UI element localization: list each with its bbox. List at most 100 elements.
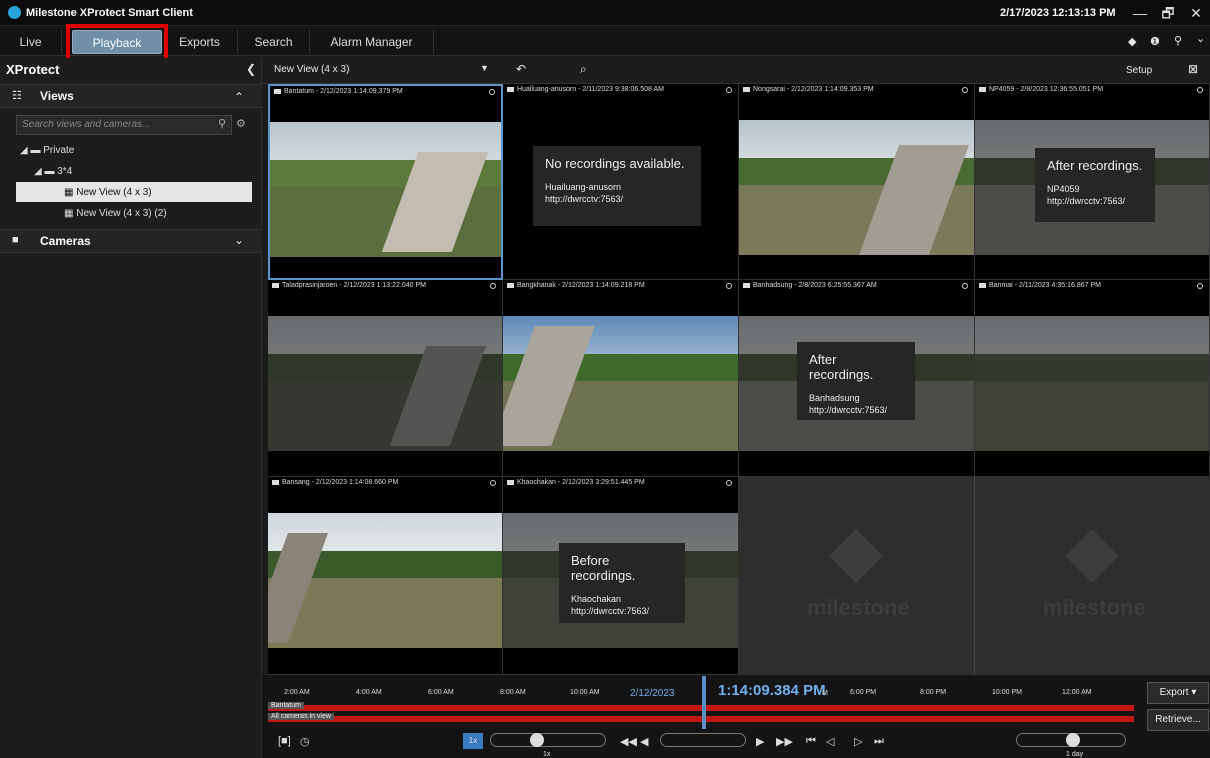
message-title: After recordings. <box>809 352 874 382</box>
tick-label: 4:00 AM <box>356 689 382 696</box>
search-input[interactable]: Search views and cameras... <box>16 115 232 135</box>
tick-label: 10:00 AM <box>570 689 600 696</box>
tab-alarm-manager[interactable]: Alarm Manager <box>310 30 434 54</box>
tile-status-icon <box>489 89 495 95</box>
setup-button[interactable]: Setup <box>1126 65 1152 76</box>
camera-tile[interactable]: Bangkhanak - 2/12/2023 1:14:09.218 PM <box>503 280 739 477</box>
tile-status-icon <box>962 87 968 93</box>
view-item-1-label: New View (4 x 3) <box>76 187 152 198</box>
camera-tile[interactable]: Bansang - 2/12/2023 1:14:08.660 PM <box>268 477 503 675</box>
fullscreen-icon[interactable]: ⊠ <box>1188 62 1198 76</box>
camera-icon: ■ <box>12 234 19 246</box>
camera-tile[interactable]: NP4059 - 2/8/2023 12:36:55.051 PM After … <box>975 84 1210 280</box>
empty-tile[interactable]: milestone <box>975 477 1210 675</box>
camera-tile[interactable]: Banhadsung - 2/8/2023 6:25:55.367 AM Aft… <box>739 280 975 477</box>
jog-slider[interactable] <box>660 733 746 747</box>
empty-tile[interactable]: milestone <box>739 477 975 675</box>
nav-diamond-icon[interactable]: ◆ <box>1128 35 1136 48</box>
camera-icon <box>507 282 514 288</box>
previous-frame-icon[interactable]: ◀◀ <box>620 735 637 748</box>
before-recordings-message: Before recordings. Khaochakan http://dwr… <box>559 543 685 623</box>
camera-icon <box>272 479 279 485</box>
next-frame-icon[interactable]: ▶▶ <box>776 735 793 748</box>
camera-tile[interactable]: Taladprasinjaroen - 2/12/2023 1:13:22.04… <box>268 280 503 477</box>
all-cameras-track[interactable] <box>268 716 1134 722</box>
view-item-2-label: New View (4 x 3) (2) <box>76 208 167 219</box>
close-button[interactable]: ✕ <box>1182 3 1210 23</box>
settings-icon[interactable]: ⚙ <box>236 117 246 130</box>
help-icon[interactable]: ❶ <box>1150 35 1160 48</box>
play-forward-icon[interactable]: ▶ <box>756 735 764 748</box>
tile-header: Nongsarai - 2/12/2023 1:14:09.353 PM <box>739 84 974 98</box>
camera-icon <box>507 86 514 92</box>
camera-tile[interactable]: Khaochakan - 2/12/2023 3:29:51.445 PM Be… <box>503 477 739 675</box>
next-icon[interactable]: ▷ <box>854 735 862 748</box>
tick-label: 12:00 AM <box>1062 689 1092 696</box>
message-title: After recordings. <box>1047 158 1143 173</box>
camera-icon <box>979 86 986 92</box>
speed-badge[interactable]: 1x <box>463 733 483 749</box>
tile-header: Khaochakan - 2/12/2023 3:29:51.445 PM <box>503 477 738 491</box>
tile-title: Bansang - 2/12/2023 1:14:08.660 PM <box>282 479 399 486</box>
view-item-1[interactable]: ▦ New View (4 x 3) <box>64 187 152 198</box>
camera-tile[interactable]: Huailuang-anusorn - 2/11/2023 9:38:06.50… <box>503 84 739 280</box>
views-grid-icon: ☷ <box>12 90 22 102</box>
timeline-cursor[interactable] <box>702 676 706 729</box>
snapshot-icon[interactable]: [■] <box>278 735 291 747</box>
speed-slider-handle[interactable] <box>530 733 544 747</box>
tile-title: Khaochakan - 2/12/2023 3:29:51.445 PM <box>517 479 645 486</box>
folder-3x4[interactable]: ◢ ▬ 3*4 <box>34 166 72 177</box>
app-title: Milestone XProtect Smart Client <box>26 7 193 19</box>
chevron-up-icon[interactable]: ⌃ <box>234 90 244 104</box>
tab-exports[interactable]: Exports <box>162 30 238 54</box>
camera-tile[interactable]: Bantatum - 2/12/2023 1:14:09.379 PM <box>268 84 503 280</box>
timeline-date: 2/12/2023 <box>630 688 675 699</box>
timespan-slider-handle[interactable] <box>1066 733 1080 747</box>
previous-icon[interactable]: ◁ <box>826 735 834 748</box>
pin-icon[interactable]: ⚲ <box>1174 34 1182 47</box>
tile-title: Taladprasinjaroen - 2/12/2023 1:13:22.04… <box>282 282 426 289</box>
camera-tile[interactable]: Banmai - 2/11/2023 4:35:16.867 PM <box>975 280 1210 477</box>
previous-sequence-icon[interactable]: ⏮ <box>806 735 816 748</box>
chevron-down-icon[interactable]: ⌄ <box>234 233 244 247</box>
camera-track[interactable] <box>268 705 1134 711</box>
tab-live[interactable]: Live <box>0 30 62 54</box>
find-icon[interactable]: ⌕ <box>580 62 587 77</box>
tile-status-icon <box>726 87 732 93</box>
undo-icon[interactable]: ↶ <box>516 62 526 76</box>
collapse-sidebar-icon[interactable]: ❮ <box>246 62 256 76</box>
view-item-2[interactable]: ▦ New View (4 x 3) (2) <box>64 208 167 219</box>
tab-search[interactable]: Search <box>238 30 310 54</box>
camera-tile[interactable]: Nongsarai - 2/12/2023 1:14:09.353 PM <box>739 84 975 280</box>
message-url: http://dwrcctv:7563/ <box>571 606 650 616</box>
speed-slider[interactable] <box>490 733 606 747</box>
all-cameras-track-label: All cameras in view <box>268 713 334 720</box>
milestone-logo-icon <box>8 6 21 19</box>
tile-header: Bangkhanak - 2/12/2023 1:14:09.218 PM <box>503 280 738 294</box>
tile-header: Huailuang-anusorn - 2/11/2023 9:38:06.50… <box>503 84 738 98</box>
view-dropdown-icon[interactable]: ▼ <box>480 63 489 73</box>
camera-icon <box>274 88 281 94</box>
minimize-button[interactable]: — <box>1126 3 1154 23</box>
clock-icon[interactable]: ◷ <box>300 735 310 748</box>
restore-button[interactable]: 🗗 <box>1154 3 1182 23</box>
tick-label: 6:00 AM <box>428 689 454 696</box>
play-reverse-icon[interactable]: ◀ <box>640 735 648 748</box>
tile-title: Banhadsung - 2/8/2023 6:25:55.367 AM <box>753 282 877 289</box>
retrieve-button[interactable]: Retrieve... <box>1147 709 1209 731</box>
search-icon[interactable]: ⚲ <box>218 117 226 130</box>
folder-private[interactable]: ◢ ▬ Private <box>20 145 74 156</box>
sidebar-title: XProtect <box>6 62 60 77</box>
message-camera: Huailuang-anusorn <box>545 182 622 192</box>
meridiem-label: M <box>822 690 828 697</box>
next-sequence-icon[interactable]: ⏭ <box>874 735 884 748</box>
tile-status-icon <box>1197 87 1203 93</box>
camera-image <box>268 513 502 648</box>
cameras-label: Cameras <box>40 234 91 248</box>
smart-client-window: Milestone XProtect Smart Client 2/17/202… <box>0 0 1210 758</box>
chevron-down-icon[interactable]: ⌄ <box>1196 32 1205 45</box>
message-camera: NP4059 <box>1047 184 1080 194</box>
export-button[interactable]: Export ▾ <box>1147 682 1209 704</box>
camera-icon <box>979 282 986 288</box>
view-selector[interactable]: New View (4 x 3) <box>274 64 349 75</box>
